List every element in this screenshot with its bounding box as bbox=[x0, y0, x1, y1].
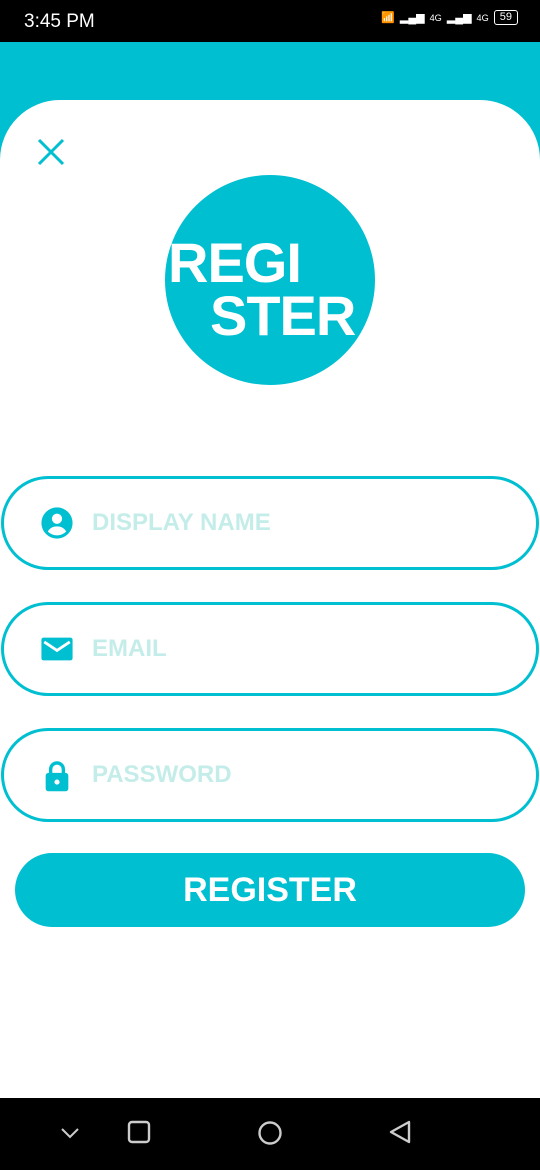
password-input[interactable] bbox=[92, 761, 492, 789]
register-button[interactable]: REGISTER bbox=[15, 853, 525, 927]
network-type: 4G bbox=[429, 12, 442, 23]
mail-icon bbox=[41, 637, 73, 661]
navigation-bar bbox=[0, 1098, 540, 1170]
display-name-field[interactable] bbox=[1, 476, 539, 570]
signal-icon: ▂▄▆ bbox=[399, 12, 425, 24]
logo-line2: STER bbox=[210, 284, 356, 347]
email-field[interactable] bbox=[1, 602, 539, 696]
status-bar: 3:45 PM 📶 ▂▄▆ 4G ▂▄▆ 4G 59 bbox=[0, 0, 540, 42]
account-circle-icon bbox=[41, 507, 73, 539]
status-time: 3:45 PM bbox=[24, 11, 95, 32]
lock-icon bbox=[45, 761, 69, 792]
password-field[interactable] bbox=[1, 728, 539, 822]
wifi-icon: 📶 bbox=[381, 12, 395, 24]
recents-icon[interactable] bbox=[127, 1120, 151, 1144]
chevron-down-icon[interactable] bbox=[60, 1126, 80, 1140]
signal-icon: ▂▄▆ bbox=[446, 12, 472, 24]
status-icons: 📶 ▂▄▆ 4G ▂▄▆ 4G 59 bbox=[381, 10, 518, 25]
register-logo: REGI STER bbox=[165, 175, 375, 385]
close-icon[interactable] bbox=[36, 137, 66, 167]
display-name-input[interactable] bbox=[92, 509, 492, 537]
logo-line1: REGI bbox=[168, 231, 302, 294]
back-icon[interactable] bbox=[388, 1120, 412, 1144]
battery-icon: 59 bbox=[493, 10, 518, 25]
home-icon[interactable] bbox=[257, 1120, 283, 1146]
email-input[interactable] bbox=[92, 635, 492, 663]
network-type: 4G bbox=[476, 12, 489, 23]
